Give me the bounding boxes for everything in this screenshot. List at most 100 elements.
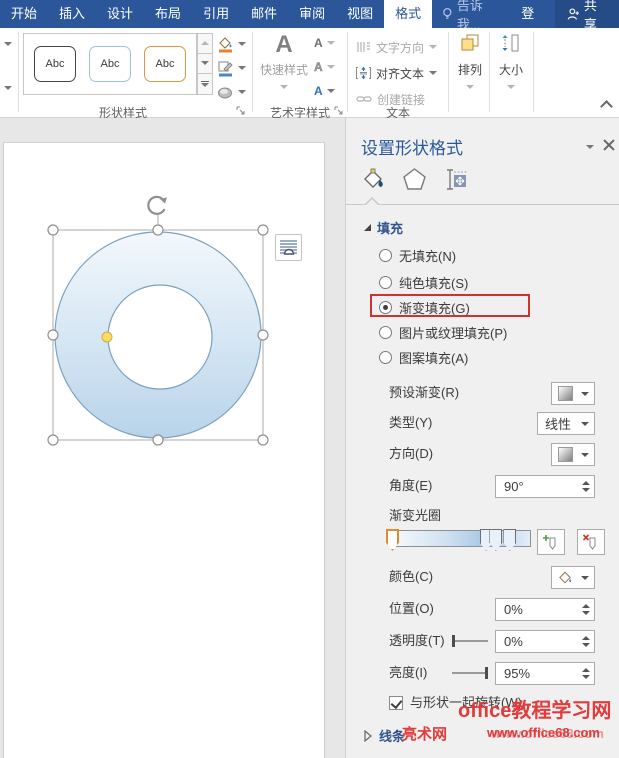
fill-section-header[interactable]: 填充 [364,218,403,237]
position-value: 0% [504,602,523,617]
radio-solid-fill[interactable]: 纯色填充(S) [379,272,468,292]
gradient-swatch-icon [558,386,573,401]
angle-label: 角度(E) [389,476,432,496]
slider-thumb[interactable] [485,667,488,679]
adjust-handle[interactable] [102,332,112,342]
tab-view[interactable]: 视图 [336,0,384,28]
radio-no-fill[interactable]: 无填充(N) [379,245,456,265]
insert-shapes-up-arrow[interactable] [4,42,12,46]
shape-fill-dropdown-arrow [238,42,246,46]
tab-review[interactable]: 审阅 [288,0,336,28]
transparency-spinner[interactable]: 0% [495,630,595,653]
gradient-swatch-icon [558,447,573,462]
collapse-ribbon-chevron[interactable] [600,100,613,113]
rotate-with-shape-checkbox[interactable] [389,696,403,710]
line-section-header[interactable]: 线条 [364,726,405,745]
shape-outline-dropdown-arrow [238,66,246,70]
type-value: 线性 [545,414,571,433]
preset-gradient-dropdown[interactable] [551,382,595,405]
direction-dropdown[interactable] [551,443,595,466]
position-label: 位置(O) [389,599,434,619]
group-separator [489,32,490,112]
shape-styles-dialog-launcher[interactable] [236,105,246,115]
layout-options-button[interactable] [275,234,302,261]
arrange-label: 排列 [451,61,489,78]
annotation-highlight-box [370,294,530,317]
type-dropdown[interactable]: 线性 [537,412,595,435]
color-dropdown[interactable] [551,566,595,589]
ribbon-tab-bar: 开始 插入 设计 布局 引用 邮件 审阅 视图 格式 告诉我... 登录 共享 [0,0,619,28]
size-dropdown-arrow [507,85,515,89]
color-label: 颜色(C) [389,567,433,587]
shape-effects-button[interactable] [217,82,246,102]
spinner-arrows[interactable] [578,476,594,497]
gradient-stops-bar[interactable] [389,530,531,547]
rotate-handle-icon[interactable] [148,197,167,214]
size-button[interactable]: 大小 [492,32,530,92]
spinner-arrows[interactable] [578,663,594,684]
slider-track [452,672,488,674]
tab-insert[interactable]: 插入 [48,0,96,28]
align-text-button[interactable]: 对齐文本 [356,62,437,84]
word-window: 开始 插入 设计 布局 引用 邮件 审阅 视图 格式 告诉我... 登录 共享 [0,0,619,758]
spinner-arrows[interactable] [578,631,594,652]
sign-in-button[interactable]: 登录 [511,0,554,28]
wordart-dialog-launcher[interactable] [334,105,344,115]
shape-style-option-2[interactable]: Abc [89,46,131,82]
transparency-slider[interactable] [452,631,488,651]
text-outline-button[interactable]: A [314,56,335,78]
gradient-stop-selected[interactable] [386,529,399,551]
donut-shape[interactable] [55,232,261,438]
gradient-stop[interactable] [503,529,516,551]
shape-style-option-1[interactable]: Abc [34,46,76,82]
slider-thumb[interactable] [452,635,455,647]
position-spinner[interactable]: 0% [495,598,595,621]
tab-references[interactable]: 引用 [192,0,240,28]
text-direction-button[interactable]: 文字方向 [356,36,437,58]
fill-line-tab-icon[interactable] [360,166,387,193]
tab-layout[interactable]: 布局 [144,0,192,28]
tab-format[interactable]: 格式 [384,0,432,28]
size-label: 大小 [492,61,530,78]
tab-design[interactable]: 设计 [96,0,144,28]
tab-mailings[interactable]: 邮件 [240,0,288,28]
text-effects-button[interactable]: A [314,80,335,102]
add-stop-icon [542,533,560,551]
effects-tab-icon[interactable] [401,166,428,193]
angle-spinner[interactable]: 90° [495,475,595,498]
quick-styles-button[interactable]: A 快速样式 [256,32,312,92]
add-gradient-stop-button[interactable] [537,529,565,555]
link-icon [356,94,372,104]
group-separator [347,32,348,112]
shape-outline-button[interactable] [217,58,246,78]
format-shape-pane: 设置形状格式 填充 [345,118,619,758]
brightness-spinner[interactable]: 95% [495,662,595,685]
text-fill-button[interactable]: A [314,32,335,54]
collapse-triangle-icon [364,224,371,231]
pane-close-icon[interactable] [603,139,615,151]
tab-home[interactable]: 开始 [0,0,48,28]
insert-shapes-down-arrow[interactable] [4,86,12,90]
gallery-scroll-up[interactable] [197,33,213,54]
layout-properties-tab-icon[interactable] [442,166,469,193]
color-bucket-icon [557,570,573,586]
share-button[interactable]: 共享 [555,0,619,28]
brightness-slider[interactable] [452,663,488,683]
pane-menu-arrow[interactable] [586,145,594,149]
spinner-arrows[interactable] [578,599,594,620]
gradient-stop[interactable] [489,529,502,551]
tell-me-box[interactable]: 告诉我... [432,0,511,28]
radio-pattern-fill[interactable]: 图案填充(A) [379,347,468,367]
shape-style-option-3[interactable]: Abc [144,46,186,82]
quick-styles-dropdown-arrow [280,85,288,89]
gallery-more-button[interactable] [197,74,213,95]
remove-gradient-stop-button[interactable] [577,529,605,555]
brightness-label: 亮度(I) [389,663,427,683]
arrange-button[interactable]: 排列 [451,32,489,92]
shape-fill-button[interactable] [217,34,246,54]
radio-circle [379,276,392,289]
dropdown-arrow-icon [581,422,589,426]
watermark-site-name: office教程学习网 [458,694,611,723]
radio-picture-fill[interactable]: 图片或纹理填充(P) [379,322,507,342]
gallery-scroll-down[interactable] [197,54,213,75]
